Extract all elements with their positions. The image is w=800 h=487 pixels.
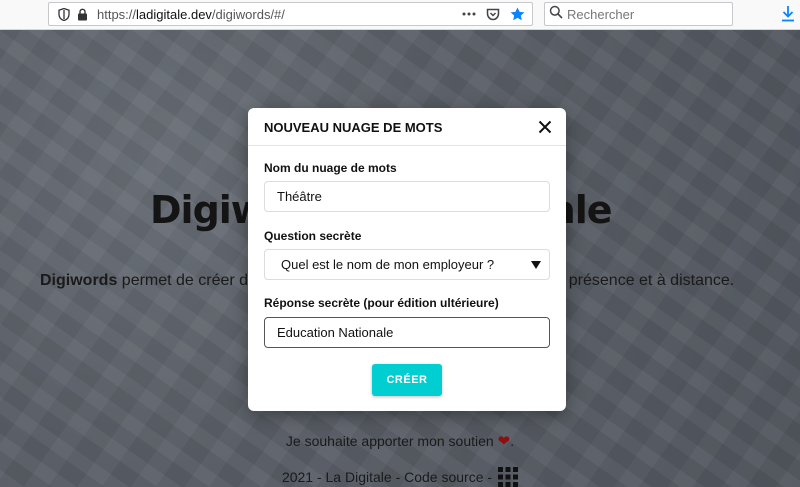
url-text[interactable]: https://ladigitale.dev/digiwords/#/ <box>97 7 285 22</box>
support-line[interactable]: Je souhaite apporter mon soutien ❤. <box>0 432 800 450</box>
secret-answer-label: Réponse secrète (pour édition ultérieure… <box>264 296 499 310</box>
url-host: ladigitale.dev <box>136 6 212 22</box>
search-input[interactable] <box>567 6 727 22</box>
footer-text[interactable]: 2021 - La Digitale - Code source - <box>282 469 492 485</box>
footer: 2021 - La Digitale - Code source - <box>0 467 800 487</box>
url-bar[interactable]: https://ladigitale.dev/digiwords/#/ <box>48 2 533 26</box>
heart-icon[interactable]: ❤ <box>498 433 511 450</box>
browser-toolbar: https://ladigitale.dev/digiwords/#/ <box>0 0 800 30</box>
modal-title: NOUVEAU NUAGE DE MOTS <box>264 120 443 135</box>
cloud-name-label: Nom du nuage de mots <box>264 161 397 175</box>
lock-icon[interactable] <box>73 5 91 23</box>
page-desc-bold: Digiwords <box>40 272 118 289</box>
url-path: /digiwords/#/ <box>211 6 285 22</box>
search-bar[interactable] <box>544 2 733 26</box>
page-background: Digiw tale Digiwords permet de créer ds e… <box>0 30 800 487</box>
secret-question-select[interactable]: Quel est le nom de mon employeur ? <box>264 249 550 280</box>
secret-question-label: Question secrète <box>264 229 362 243</box>
download-icon[interactable] <box>780 5 798 23</box>
modal-header: NOUVEAU NUAGE DE MOTS <box>248 108 566 146</box>
page-desc-start: permet de créer d <box>117 272 249 289</box>
grid-apps-icon[interactable] <box>498 467 519 487</box>
cloud-name-input[interactable] <box>264 181 550 212</box>
search-icon <box>549 5 563 24</box>
secret-answer-input[interactable] <box>264 317 550 348</box>
create-button[interactable]: CRÉER <box>372 364 442 396</box>
chevron-down-icon <box>531 261 541 269</box>
close-icon[interactable] <box>536 118 554 136</box>
new-word-cloud-modal: NOUVEAU NUAGE DE MOTS Nom du nuage de mo… <box>248 108 566 411</box>
shield-icon[interactable] <box>55 5 73 23</box>
bookmark-star-icon[interactable] <box>508 5 526 23</box>
page-actions-icon[interactable] <box>460 5 478 23</box>
url-scheme: https:// <box>97 6 137 22</box>
pocket-icon[interactable] <box>484 5 502 23</box>
support-text[interactable]: Je souhaite apporter mon soutien <box>286 433 494 449</box>
secret-question-value: Quel est le nom de mon employeur ? <box>281 257 495 272</box>
